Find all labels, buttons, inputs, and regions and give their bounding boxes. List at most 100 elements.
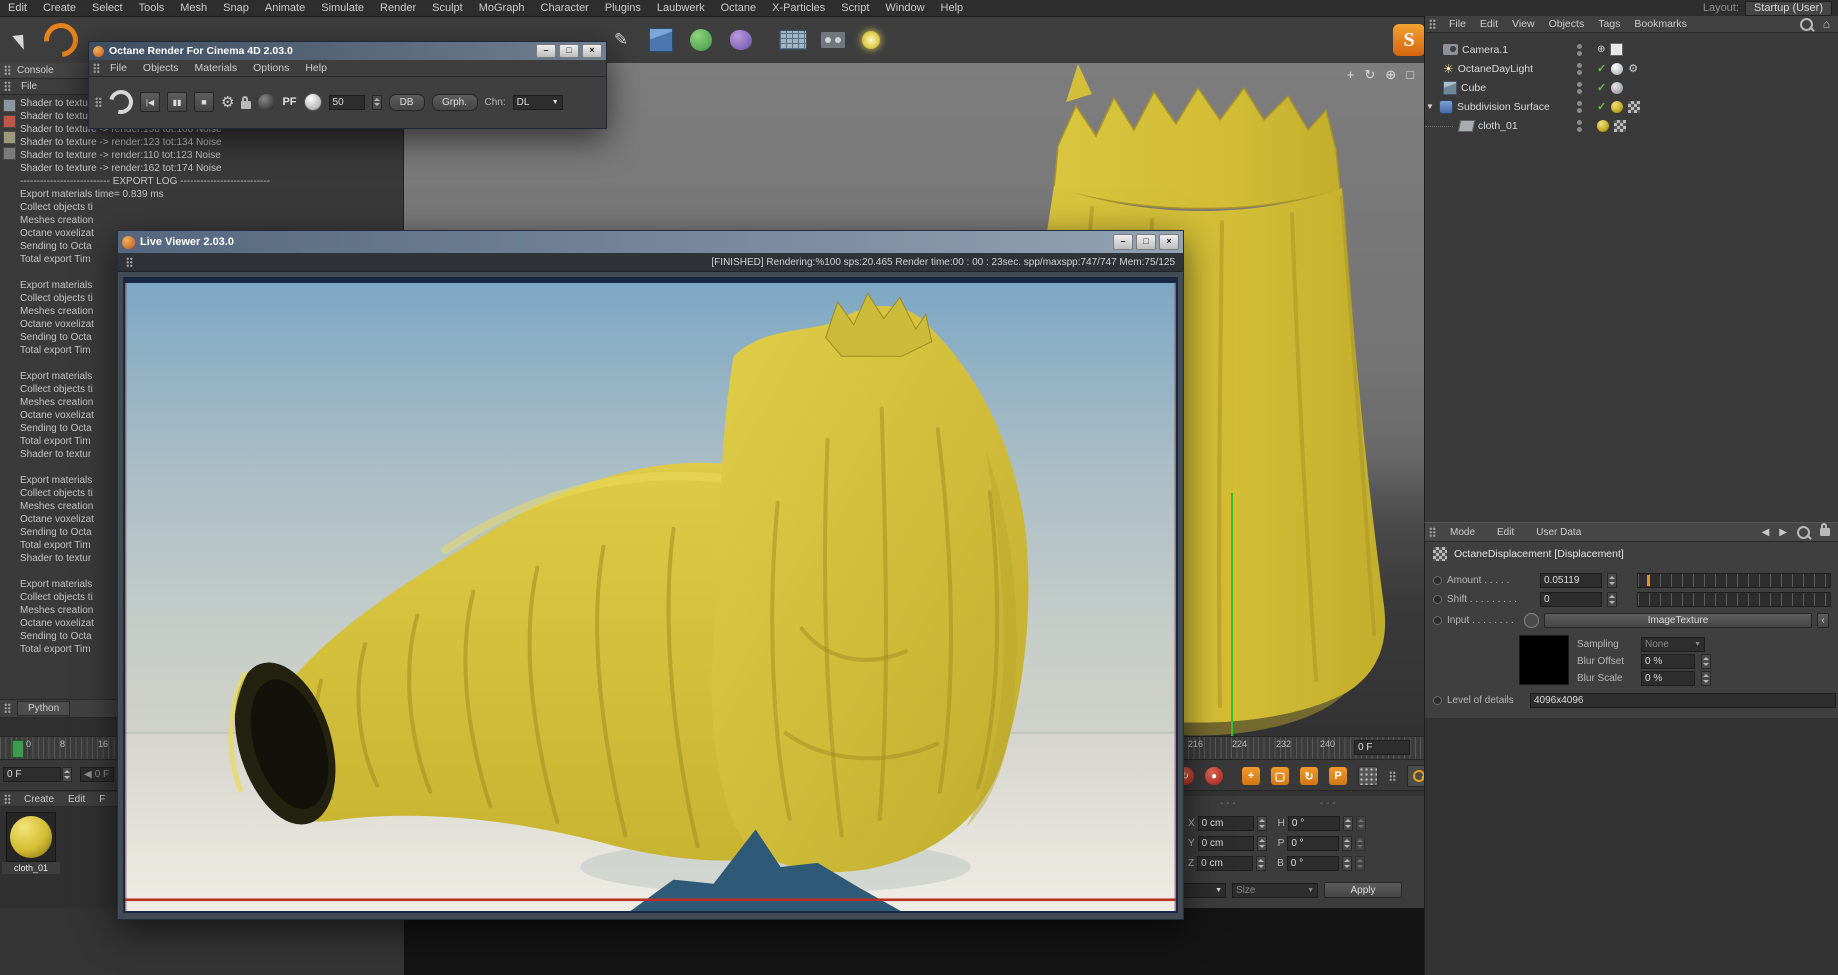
octane-menu-item[interactable]: Materials	[187, 62, 246, 74]
menu-item[interactable]: Mesh	[172, 2, 215, 14]
settings-gear-icon[interactable]: ⚙	[221, 93, 234, 111]
coord-x-stepper[interactable]	[1256, 816, 1267, 831]
menu-item[interactable]: X-Particles	[764, 2, 833, 14]
visibility-dots[interactable]	[1577, 119, 1582, 132]
object-manager-menu-item[interactable]: Tags	[1591, 18, 1627, 30]
camera-object-icon[interactable]	[816, 23, 850, 57]
material-name-label[interactable]: cloth_01	[2, 862, 60, 874]
panel-grip-icon[interactable]	[126, 256, 133, 268]
close-button[interactable]: ×	[582, 44, 602, 58]
home-icon[interactable]: ⌂	[1823, 17, 1830, 31]
texture-preview[interactable]	[1519, 635, 1569, 685]
enabled-check-icon[interactable]: ✓	[1597, 62, 1606, 75]
pointer-tool-icon[interactable]	[4, 23, 38, 57]
lock-icon[interactable]	[1820, 523, 1830, 536]
visibility-dots[interactable]	[1577, 81, 1582, 94]
anim-dot-icon[interactable]	[1433, 616, 1442, 625]
current-frame-stepper[interactable]	[62, 767, 72, 782]
octane-window-titlebar[interactable]: Octane Render For Cinema 4D 2.03.0 – □ ×	[89, 42, 606, 60]
shift-range-widget[interactable]	[1637, 592, 1831, 607]
shift-field[interactable]: 0	[1540, 592, 1602, 607]
image-texture-button[interactable]: ImageTexture	[1544, 613, 1812, 628]
object-manager-menu-item[interactable]: File	[1442, 18, 1473, 30]
panel-grip-icon[interactable]	[1389, 770, 1396, 782]
restart-render-icon[interactable]	[104, 85, 138, 119]
menu-item[interactable]: Help	[933, 2, 972, 14]
lock-resolution-icon[interactable]	[241, 95, 252, 109]
pf-toggle[interactable]: PF	[282, 96, 296, 108]
range-marker[interactable]	[1647, 575, 1650, 586]
search-icon[interactable]	[1797, 525, 1810, 539]
gear-tag-icon[interactable]: ⚙	[1628, 62, 1638, 75]
coord-p-stepper[interactable]	[1342, 836, 1353, 851]
material-menu-item[interactable]: F	[92, 794, 112, 805]
blur-offset-field[interactable]: 0 %	[1641, 654, 1695, 669]
maximize-button[interactable]: □	[1136, 234, 1156, 250]
end-frame-field[interactable]: 0 F	[1354, 740, 1410, 755]
history-forward-icon[interactable]: ▶	[1779, 527, 1787, 538]
coord-h-field[interactable]: 0 °	[1287, 816, 1340, 831]
frame-slider[interactable]: ◀ 0 F	[80, 767, 114, 782]
enabled-check-icon[interactable]: ✓	[1597, 81, 1606, 94]
amount-stepper[interactable]	[1607, 573, 1617, 588]
panel-grip-icon[interactable]	[1429, 526, 1436, 538]
blur-offset-stepper[interactable]	[1701, 654, 1711, 669]
search-icon[interactable]	[1799, 17, 1813, 31]
menu-item[interactable]: Animate	[257, 2, 313, 14]
octane-menu-item[interactable]: Objects	[135, 62, 187, 74]
menu-item[interactable]: Plugins	[597, 2, 649, 14]
panel-grip-icon[interactable]	[4, 793, 11, 805]
menu-item[interactable]: Character	[533, 2, 597, 14]
orbit-view-icon[interactable]: ↻	[1364, 67, 1375, 83]
material-menu-item[interactable]: Create	[17, 794, 61, 805]
octane-logo-icon[interactable]: S	[1390, 21, 1428, 59]
cube-primitive-icon[interactable]	[644, 23, 678, 57]
menu-item[interactable]: Tools	[131, 2, 173, 14]
undo-icon[interactable]	[37, 16, 85, 64]
object-row-cloth[interactable]: cloth_01	[1425, 116, 1838, 135]
anim-dot-icon[interactable]	[1433, 696, 1442, 705]
mograph-icon[interactable]	[684, 23, 718, 57]
coord-b-stepper[interactable]	[1341, 856, 1352, 871]
panel-grip-icon[interactable]	[4, 703, 11, 714]
key-position-icon[interactable]: +	[1242, 767, 1260, 785]
zoom-view-icon[interactable]: ⊕	[1385, 67, 1396, 83]
log-error-icon[interactable]	[3, 115, 16, 128]
material-menu-item[interactable]: Edit	[61, 794, 92, 805]
python-tab[interactable]: Python	[17, 701, 71, 716]
deformer-icon[interactable]	[724, 23, 758, 57]
lod-field[interactable]: 4096x4096	[1530, 693, 1836, 708]
object-row-daylight[interactable]: ☀ OctaneDayLight ✓ ⚙	[1425, 59, 1838, 78]
menu-item[interactable]: Select	[84, 2, 131, 14]
menu-item[interactable]: Window	[877, 2, 932, 14]
pen-tool-icon[interactable]: ✎	[604, 23, 638, 57]
octane-menu-item[interactable]: Options	[245, 62, 297, 74]
motion-tag-icon[interactable]: ⊕	[1597, 44, 1605, 55]
coord-y-stepper[interactable]	[1256, 836, 1267, 851]
db-button[interactable]: DB	[388, 93, 425, 111]
timeline-frame-marker[interactable]	[12, 740, 24, 758]
coord-z-stepper[interactable]	[1256, 856, 1267, 871]
history-back-icon[interactable]: ◀	[1762, 527, 1770, 538]
panel-grip-icon[interactable]	[93, 62, 100, 74]
anim-dot-icon[interactable]	[1433, 595, 1442, 604]
apply-button[interactable]: Apply	[1324, 882, 1402, 898]
log-page-icon[interactable]	[3, 99, 16, 112]
samples-stepper[interactable]	[371, 94, 382, 110]
coord-z-field[interactable]: 0 cm	[1197, 856, 1254, 871]
minimize-button[interactable]: –	[536, 44, 556, 58]
menu-item[interactable]: Laubwerk	[649, 2, 713, 14]
key-parameter-icon[interactable]: P	[1329, 767, 1347, 785]
expand-arrow-icon[interactable]: ▼	[1425, 102, 1435, 111]
console-file-menu[interactable]: File	[17, 81, 41, 92]
shift-stepper[interactable]	[1607, 592, 1617, 607]
blur-scale-field[interactable]: 0 %	[1641, 671, 1695, 686]
menu-item[interactable]: Create	[35, 2, 84, 14]
visibility-dots[interactable]	[1577, 43, 1582, 56]
texture-tag-icon[interactable]	[1614, 119, 1626, 132]
pause-render-icon[interactable]: ▮▮	[167, 92, 187, 112]
panel-grip-icon[interactable]	[4, 65, 11, 76]
blur-scale-stepper[interactable]	[1701, 671, 1711, 686]
menu-item[interactable]: Sculpt	[424, 2, 471, 14]
minimize-button[interactable]: –	[1113, 234, 1133, 250]
